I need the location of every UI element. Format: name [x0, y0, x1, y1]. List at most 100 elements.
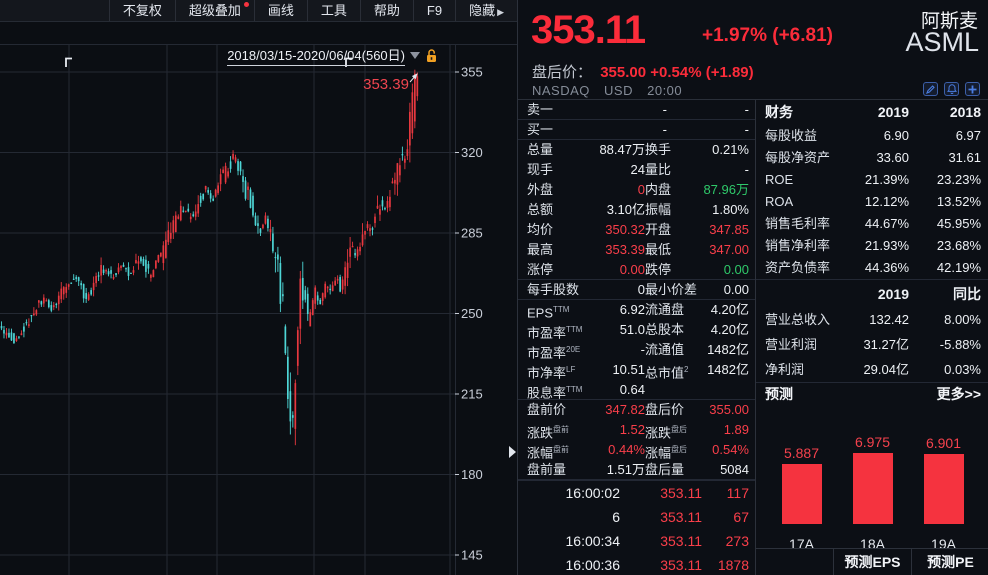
quote-row: 每手股数 0 最小价差 0.00	[518, 280, 755, 300]
quote-label: 市盈率20E	[527, 345, 581, 361]
toolbar-item-adjustment-mode[interactable]: 不复权	[108, 0, 175, 21]
quote-value: 0	[637, 182, 645, 197]
date-range-label[interactable]: 2018/03/15-2020/06/04(560日)	[227, 45, 405, 66]
tick-volume: 67	[733, 509, 749, 525]
quote-row: 外盘 0 内盘 87.96万	[518, 180, 755, 200]
toolbar-item-draw-line[interactable]: 画线	[253, 0, 307, 21]
finance-value: 12.12%	[864, 194, 909, 209]
svg-text:285: 285	[461, 226, 483, 241]
quote-label: 振幅	[645, 202, 672, 217]
toolbar-item-tools[interactable]: 工具	[306, 0, 360, 21]
quote-value: 10.51	[612, 362, 645, 377]
panel-collapse-handle[interactable]	[509, 446, 516, 458]
quote-value: 0.21%	[712, 142, 749, 157]
toolbar-item-super-overlay[interactable]: 超级叠加	[174, 0, 254, 21]
finance-value: 6.90	[883, 128, 909, 143]
last-price: 353.11	[531, 8, 646, 52]
quote-label: 总股本	[645, 322, 685, 337]
toolbar-item-hide[interactable]: 隐藏 ▶	[455, 0, 517, 21]
quote-row: 市盈率20E - 流通值 1482亿	[518, 340, 755, 360]
quote-column: 卖一 - - 买一 - - 总量 88.47万 换手 0.21% 现手 24 量比 - 外盘 0 内盘 87.9…	[518, 100, 756, 575]
growth-row: 营业总收入 132.42 8.00%	[756, 307, 988, 332]
quote-row: 均价 350.32 开盘 347.85	[518, 220, 755, 240]
quote-cell: 涨幅盘前 0.44%	[527, 440, 645, 460]
stock-header: 353.11 +1.97% (+6.81) 阿斯麦 ASML 盘后价： 355.…	[518, 0, 988, 100]
svg-text:180: 180	[461, 467, 483, 482]
quote-row: 总量 88.47万 换手 0.21%	[518, 140, 755, 160]
quote-label: 换手	[645, 142, 672, 157]
chart-toolbar: 不复权 超级叠加 画线 工具 帮助 F9 隐藏 ▶	[0, 0, 517, 22]
quote-value: 0.00	[619, 262, 645, 277]
quote-value: 1.80%	[712, 202, 749, 217]
growth-value: 31.27亿	[863, 337, 909, 352]
quote-label: 内盘	[645, 182, 672, 197]
quote-label: 盘前量	[527, 462, 567, 477]
bell-icon[interactable]	[944, 82, 959, 96]
growth-label: 营业总收入	[765, 312, 831, 327]
arrow-right-icon: ▶	[497, 7, 504, 17]
candlestick-chart[interactable]: 355 320 285 250 215 180 145 353.39	[0, 0, 517, 575]
quote-cell: 盘前量 1.51万	[527, 460, 645, 479]
order-book-label: 卖一	[527, 102, 554, 117]
unlock-icon[interactable]	[425, 48, 438, 63]
quote-row: 市盈率TTM 51.0 总股本 4.20亿	[518, 320, 755, 340]
growth-row: 净利润 29.04亿 0.03%	[756, 357, 988, 382]
quote-cell: 跌停 0.00	[645, 260, 755, 279]
quote-value: 347.00	[709, 242, 749, 257]
stock-symbol: ASML	[905, 27, 979, 57]
tab-forecast-pe[interactable]: 预测PE	[911, 549, 988, 575]
quote-value: 4.20亿	[710, 302, 749, 317]
quote-cell: 盘后价 355.00	[645, 400, 755, 420]
tab-forecast-eps[interactable]: 预测EPS	[833, 549, 911, 575]
finance-col-2019: 2019	[877, 104, 909, 120]
quote-label: 最高	[527, 242, 554, 257]
quote-value: 3.10亿	[606, 202, 645, 217]
toolbar-item-help[interactable]: 帮助	[359, 0, 413, 21]
forecast-tab-spacer	[756, 549, 833, 575]
header-icon-group	[923, 82, 980, 96]
tick-volume: 273	[725, 533, 749, 549]
finance-label: 销售净利率	[765, 238, 831, 253]
date-range-control[interactable]: 2018/03/15-2020/06/04(560日)	[227, 45, 438, 66]
add-to-watchlist-icon[interactable]	[965, 82, 980, 96]
tick-row: 16:00:02 353.11 117	[518, 481, 755, 505]
quote-label: 最低	[645, 242, 672, 257]
tick-price: 353.11	[660, 533, 702, 549]
quote-value: -	[744, 162, 749, 177]
quote-cell: 现手 24	[527, 160, 645, 180]
finance-value: 44.36%	[864, 260, 909, 275]
currency-label: USD	[604, 83, 633, 98]
finance-label: ROE	[765, 172, 794, 187]
quote-time: 20:00	[647, 83, 683, 98]
growth-header-row: 2019 同比	[756, 282, 988, 307]
quote-cell: 振幅 1.80%	[645, 200, 755, 220]
toolbar-item-f9[interactable]: F9	[412, 0, 455, 21]
finance-row: ROA 12.12% 13.52%	[756, 191, 988, 213]
quote-value: 353.39	[605, 242, 645, 257]
forecast-header: 预测 更多>>	[756, 382, 988, 404]
tick-price: 353.11	[660, 485, 702, 501]
quote-value: 1482亿	[707, 342, 749, 357]
chevron-down-icon[interactable]	[410, 52, 420, 59]
quote-cell: 换手 0.21%	[645, 140, 755, 160]
tick-time: 16:00:02	[565, 485, 621, 501]
forecast-more-link[interactable]: 更多>>	[937, 383, 981, 404]
quote-value: 1.89	[723, 422, 749, 437]
edit-icon[interactable]	[923, 82, 938, 96]
quote-value: -	[640, 342, 645, 357]
forecast-tabs: 预测EPS 预测PE	[756, 548, 988, 575]
quote-value: 0.64	[619, 382, 645, 397]
quote-row: 现手 24 量比 -	[518, 160, 755, 180]
quote-value	[645, 380, 749, 399]
quote-cell: 涨跌盘后 1.89	[645, 420, 755, 440]
growth-yoy-value: -5.88%	[939, 337, 981, 352]
forecast-bar-slot: 6.975	[837, 434, 908, 524]
order-book-volume: -	[744, 122, 749, 137]
quote-cell: 每手股数 0	[527, 280, 645, 299]
finance-label: ROA	[765, 194, 794, 209]
quote-label: 跌停	[645, 262, 672, 277]
tick-time: 6	[612, 509, 620, 525]
growth-table: 2019 同比 营业总收入 132.42 8.00% 营业利润 31.27亿 -5.88% 净利…	[756, 279, 988, 382]
quote-row: 总额 3.10亿 振幅 1.80%	[518, 200, 755, 220]
growth-yoy-value: 8.00%	[944, 312, 981, 327]
